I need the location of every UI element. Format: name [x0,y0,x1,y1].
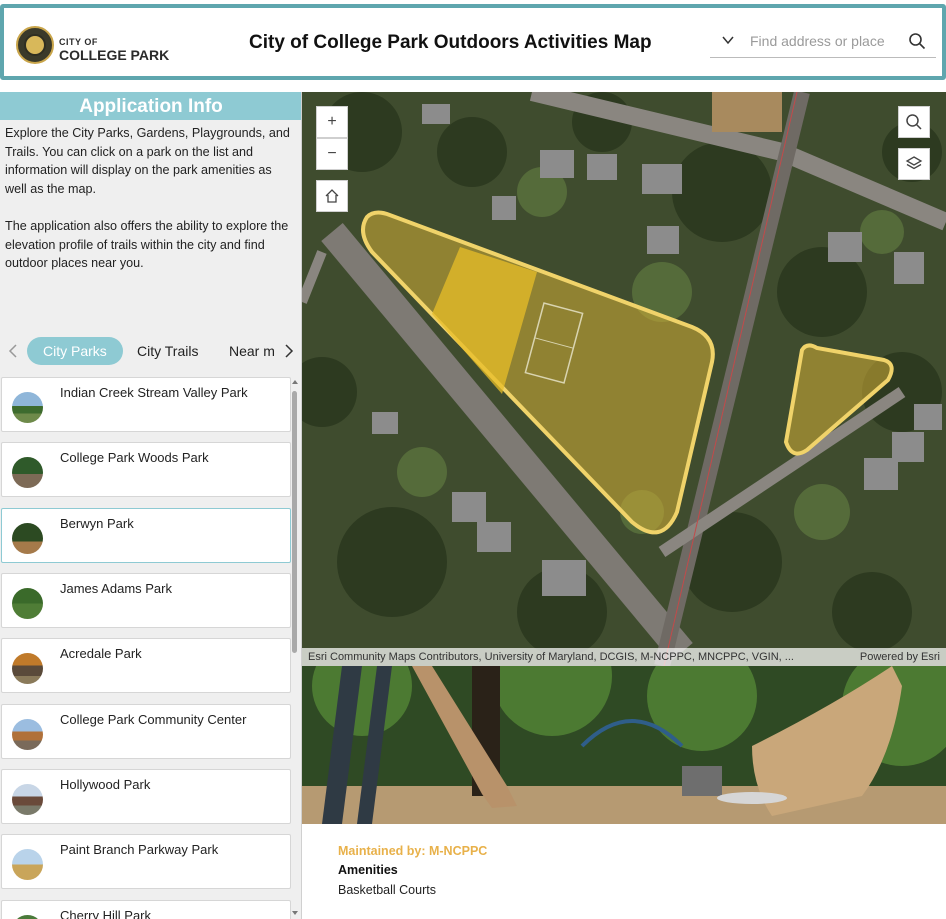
search-icon[interactable] [908,32,926,50]
app-header: CITY OF COLLEGE PARK City of College Par… [0,4,946,80]
chevron-down-icon[interactable] [720,32,736,48]
playground-image [302,666,946,824]
park-name: Acredale Park [60,646,142,661]
chevron-left-icon[interactable] [6,343,20,359]
park-thumbnail [12,719,43,750]
list-item[interactable]: Indian Creek Stream Valley Park [1,377,291,432]
map-attribution: Esri Community Maps Contributors, Univer… [302,648,946,666]
city-logo-icon [16,26,54,64]
list-item[interactable]: College Park Community Center [1,704,291,759]
amenities-heading: Amenities [338,863,398,877]
park-thumbnail [12,588,43,619]
category-tabs: City Parks City Trails Near m [0,336,301,366]
logo-small-text: CITY OF [59,37,98,47]
park-thumbnail [12,915,43,919]
park-name: College Park Community Center [60,712,247,727]
zoom-in-button[interactable]: + [316,106,348,138]
chevron-right-icon[interactable] [282,343,296,359]
search-input[interactable] [750,31,900,51]
park-thumbnail [12,653,43,684]
park-thumbnail [12,457,43,488]
city-logo-text: CITY OF COLLEGE PARK [59,37,170,63]
search-icon [906,114,922,130]
info-heading: Application Info [0,92,301,120]
info-description: Explore the City Parks, Gardens, Playgro… [0,120,301,273]
park-name: Hollywood Park [60,777,151,792]
side-panel: Application Info Explore the City Parks,… [0,92,302,919]
park-thumbnail [12,849,43,880]
amenities-value: Basketball Courts [338,883,436,897]
layers-button[interactable] [898,148,930,180]
park-list: Indian Creek Stream Valley Park College … [0,376,292,919]
satellite-imagery [302,92,946,666]
maintained-by: Maintained by: M-NCPPC [338,844,488,858]
park-photo [302,666,946,824]
park-thumbnail [12,392,43,423]
tab-city-trails[interactable]: City Trails [137,337,198,365]
logo-big-text: COLLEGE PARK [59,47,170,63]
layers-icon [905,156,923,170]
park-thumbnail [12,523,43,554]
home-button[interactable] [316,180,348,212]
info-paragraph-2: The application also offers the ability … [5,218,289,271]
list-item[interactable]: Berwyn Park [1,508,291,563]
park-name: Indian Creek Stream Valley Park [60,385,248,400]
park-details: Maintained by: M-NCPPC Amenities Basketb… [302,824,946,919]
scroll-up-icon[interactable] [291,378,299,386]
home-icon [325,189,339,203]
map-view[interactable]: + − Esri Community Maps Contributors, Un… [302,92,946,666]
park-name: Cherry Hill Park [60,908,152,919]
zoom-out-button[interactable]: − [316,138,348,170]
tab-city-parks[interactable]: City Parks [27,337,123,365]
map-search-button[interactable] [898,106,930,138]
scrollbar-thumb[interactable] [292,391,297,653]
list-item[interactable]: Cherry Hill Park [1,900,291,919]
park-name: Berwyn Park [60,516,134,531]
list-scrollbar[interactable] [291,376,301,919]
page-title: City of College Park Outdoors Activities… [249,32,652,53]
search-widget [710,24,936,58]
list-item[interactable]: Hollywood Park [1,769,291,824]
park-name: Paint Branch Parkway Park [60,842,219,857]
park-name: James Adams Park [60,581,172,596]
scroll-down-icon[interactable] [291,909,299,917]
attribution-text: Esri Community Maps Contributors, Univer… [308,651,794,663]
park-name: College Park Woods Park [60,450,209,465]
list-item[interactable]: James Adams Park [1,573,291,628]
info-paragraph-1: Explore the City Parks, Gardens, Playgro… [5,126,290,196]
list-item[interactable]: Acredale Park [1,638,291,693]
list-item[interactable]: College Park Woods Park [1,442,291,497]
list-item[interactable]: Paint Branch Parkway Park [1,834,291,889]
park-thumbnail [12,784,43,815]
powered-by-esri[interactable]: Powered by Esri [860,648,940,666]
tab-near-me[interactable]: Near m [229,337,275,365]
